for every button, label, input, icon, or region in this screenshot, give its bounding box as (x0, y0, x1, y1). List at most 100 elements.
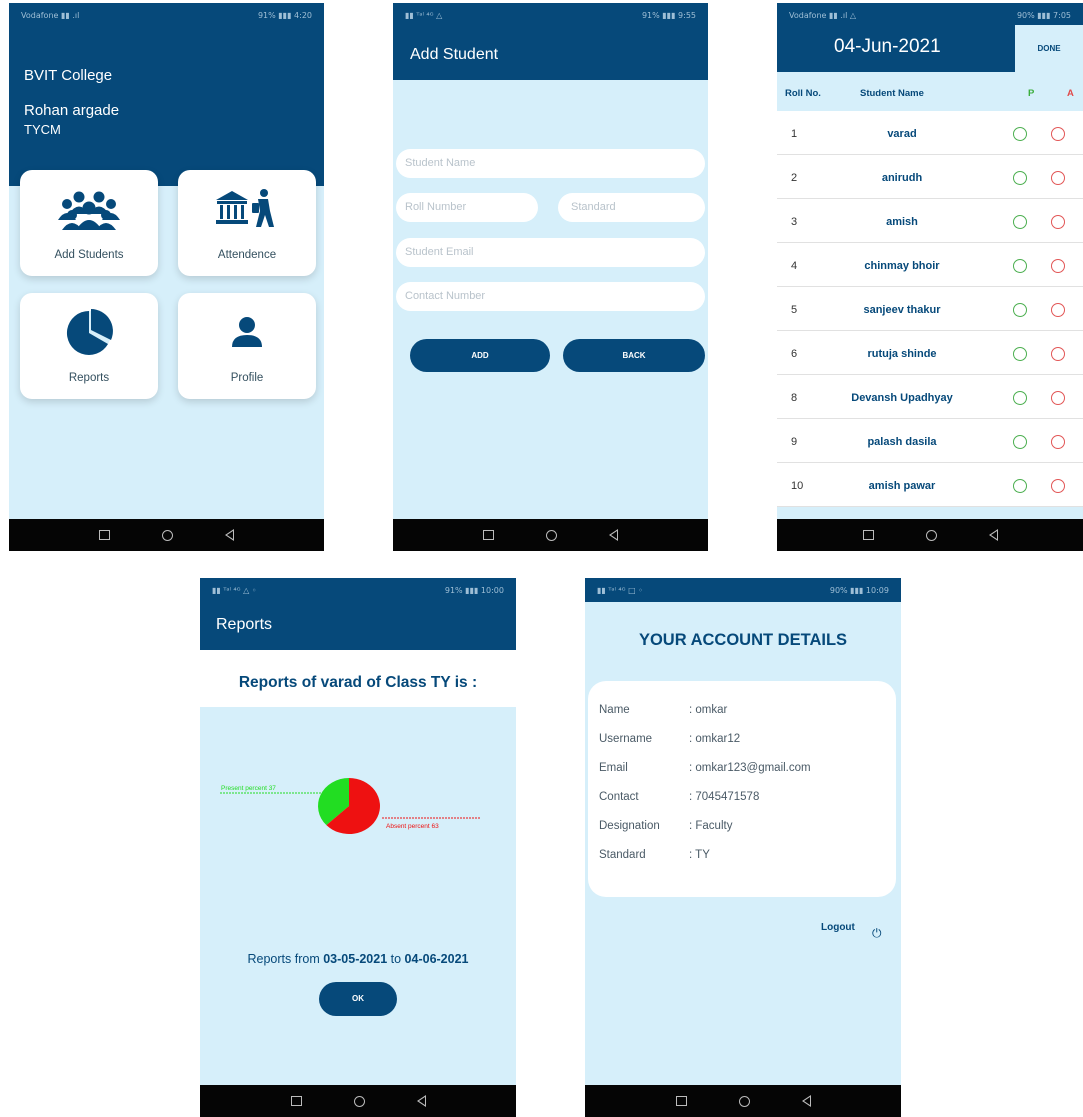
student-name-field[interactable]: Student Name (396, 149, 705, 178)
table-header: Roll No. Student Name P A (777, 72, 1083, 111)
back-button[interactable]: BACK (563, 339, 705, 372)
student-name: anirudh (881, 172, 923, 184)
roll-number: 6 (791, 348, 798, 360)
detail-key: Contact (599, 791, 639, 803)
present-radio[interactable] (1013, 215, 1027, 229)
student-name: varad (887, 128, 917, 140)
recent-apps-icon[interactable] (483, 530, 494, 540)
recent-apps-icon[interactable] (290, 1096, 302, 1106)
system-nav-bar (200, 1085, 516, 1117)
table-row: 8 Devansh Upadhyay (777, 375, 1083, 419)
account-details-card: Name: omkar Username: omkar12 Email: omkar… (588, 681, 896, 897)
roll-number: 10 (791, 480, 804, 492)
range-prefix: Reports from (247, 952, 324, 966)
student-email-field[interactable]: Student Email (396, 238, 705, 267)
home-icon[interactable] (546, 529, 557, 541)
present-radio[interactable] (1013, 347, 1027, 361)
contact-number-field[interactable]: Contact Number (396, 282, 705, 311)
student-name: rutuja shinde (867, 348, 937, 360)
page-title: Add Student (410, 46, 499, 63)
add-students-tile[interactable]: Add Students (20, 170, 158, 276)
status-left: Vodafone ▮▮ .ıl (21, 11, 80, 20)
done-button[interactable]: DONE (1015, 25, 1083, 72)
add-button[interactable]: ADD (410, 339, 550, 372)
recent-apps-icon[interactable] (675, 1096, 687, 1106)
tile-label: Add Students (54, 249, 124, 261)
status-bar: ▮▮ ᵀᵃˡ ⁴ᴳ △ ◦ 91% ▮▮▮ 10:00 (200, 578, 516, 602)
roll-number: 2 (791, 172, 798, 184)
ok-button[interactable]: OK (319, 982, 397, 1016)
status-bar: Vodafone ▮▮ .ıl △ 90% ▮▮▮ 7:05 (777, 3, 1083, 27)
table-row: 10 amish pawar (777, 463, 1083, 507)
present-radio[interactable] (1013, 435, 1027, 449)
present-column-header: P (1028, 88, 1035, 99)
table-row: 1 varad (777, 111, 1083, 155)
absent-radio[interactable] (1051, 435, 1065, 449)
absent-radio[interactable] (1051, 215, 1065, 229)
standard-field[interactable]: Standard (558, 193, 705, 222)
home-icon[interactable] (162, 529, 173, 541)
absent-radio[interactable] (1051, 347, 1065, 361)
person-icon (178, 309, 316, 357)
absent-column-header: A (1067, 88, 1074, 99)
roll-number: 5 (791, 304, 798, 316)
absent-radio[interactable] (1051, 259, 1065, 273)
present-radio[interactable] (1013, 479, 1027, 493)
system-nav-bar (777, 519, 1083, 551)
reports-header: ▮▮ ᵀᵃˡ ⁴ᴳ △ ◦ 91% ▮▮▮ 10:00 Reports (200, 578, 516, 650)
status-left: ▮▮ ᵀᵃˡ ⁴ᴳ △ (405, 11, 443, 20)
home-header: Vodafone ▮▮ .ıl 91% ▮▮▮ 4:20 BVIT Colleg… (9, 3, 324, 186)
range-mid: to (387, 952, 405, 966)
back-icon[interactable] (416, 1095, 426, 1107)
add-student-header: ▮▮ ᵀᵃˡ ⁴ᴳ △ 91% ▮▮▮ 9:55 Add Student (393, 3, 708, 80)
absent-radio[interactable] (1051, 127, 1065, 141)
present-radio[interactable] (1013, 171, 1027, 185)
detail-row: Contact: 7045471578 (599, 791, 759, 803)
page-title: YOUR ACCOUNT DETAILS (638, 631, 848, 649)
present-radio[interactable] (1013, 303, 1027, 317)
system-nav-bar (585, 1085, 901, 1117)
reports-tile[interactable]: Reports (20, 293, 158, 399)
roll-number: 3 (791, 216, 798, 228)
detail-row: Name: omkar (599, 704, 727, 716)
home-icon[interactable] (925, 529, 937, 541)
back-icon[interactable] (609, 529, 618, 541)
status-left: ▮▮ ᵀᵃˡ ⁴ᴳ △ ◦ (212, 586, 257, 595)
attendance-date[interactable]: 04-Jun-2021 (834, 36, 941, 58)
present-radio[interactable] (1013, 391, 1027, 405)
attendance-tile[interactable]: Attendence (178, 170, 316, 276)
present-label: Present percent 37 (221, 785, 276, 792)
status-right: 90% ▮▮▮ 10:09 (829, 586, 889, 595)
logout-button[interactable]: Logout (821, 922, 855, 934)
detail-row: Username : omkar12 (599, 733, 740, 745)
status-right: 91% ▮▮▮ 4:20 (257, 11, 312, 20)
tile-label: Reports (68, 372, 110, 384)
college-name: BVIT College (24, 67, 113, 84)
present-radio[interactable] (1013, 259, 1027, 273)
detail-key: Username (599, 733, 653, 745)
system-nav-bar (393, 519, 708, 551)
recent-apps-icon[interactable] (862, 530, 874, 540)
absent-radio[interactable] (1051, 391, 1065, 405)
absent-radio[interactable] (1051, 303, 1065, 317)
absent-radio[interactable] (1051, 479, 1065, 493)
present-radio[interactable] (1013, 127, 1027, 141)
power-icon[interactable]: ⏻ (872, 926, 882, 941)
detail-value: : omkar12 (689, 733, 741, 745)
back-icon[interactable] (988, 529, 998, 541)
roll-number-field[interactable]: Roll Number (396, 193, 538, 222)
home-icon[interactable] (353, 1095, 365, 1107)
user-class: TYCM (24, 122, 61, 137)
profile-tile[interactable]: Profile (178, 293, 316, 399)
institution-icon (178, 186, 316, 234)
absent-radio[interactable] (1051, 171, 1065, 185)
home-icon[interactable] (738, 1095, 750, 1107)
tile-label: Profile (230, 372, 264, 384)
recent-apps-icon[interactable] (99, 530, 110, 540)
status-bar: ▮▮ ᵀᵃˡ ⁴ᴳ □ ◦ 90% ▮▮▮ 10:09 (585, 578, 901, 602)
roll-number: 9 (791, 436, 798, 448)
back-icon[interactable] (225, 529, 234, 541)
roll-number: 4 (791, 260, 798, 272)
back-icon[interactable] (801, 1095, 811, 1107)
status-bar: ▮▮ ᵀᵃˡ ⁴ᴳ △ 91% ▮▮▮ 9:55 (393, 3, 708, 27)
